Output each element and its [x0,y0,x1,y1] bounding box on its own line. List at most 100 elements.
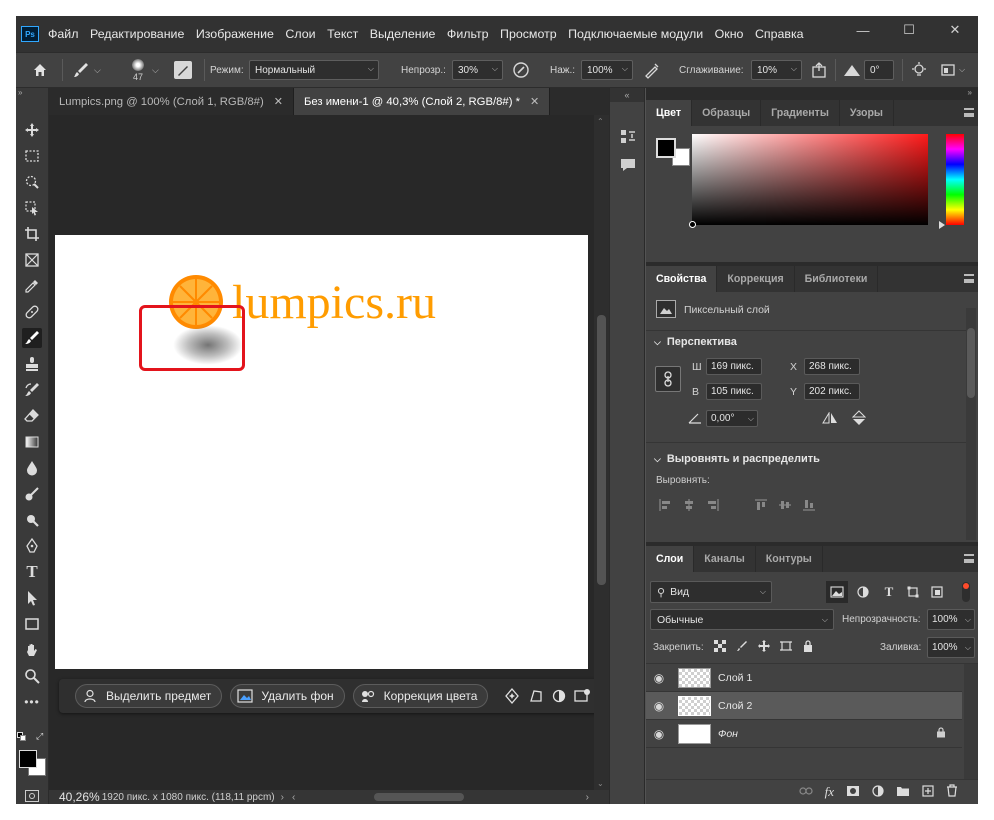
tab-color[interactable]: Цвет [646,100,693,126]
scroll-thumb[interactable] [967,328,975,398]
align-right-icon[interactable] [706,498,720,515]
history-brush-tool-icon[interactable] [22,380,42,400]
layer-style-fx-icon[interactable]: fx [825,784,834,800]
tab-layers[interactable]: Слои [646,546,695,572]
lock-artboard-icon[interactable] [780,640,792,655]
layers-scrollbar[interactable] [964,664,978,780]
scroll-thumb[interactable] [597,315,606,585]
blur-tool-icon[interactable] [22,458,42,478]
contrast-icon[interactable] [552,684,566,708]
layer-filter-select[interactable]: ⚲ Вид ⌵ [650,581,772,603]
height-field[interactable]: 105 пикс. [706,383,762,400]
airbrush-icon[interactable] [643,53,661,87]
mode-select[interactable]: Нормальный ⌵ [249,60,379,80]
brush-angle-icon[interactable] [842,53,862,87]
type-tool-icon[interactable]: T [22,562,42,582]
remove-background-button[interactable]: Удалить фон [230,684,345,708]
layer-fill-field[interactable]: 100% ⌵ [927,637,975,658]
width-field[interactable]: 169 пикс. [706,358,762,375]
visibility-eye-icon[interactable]: ◉ [646,699,672,713]
color-correction-button[interactable]: Коррекция цвета [352,684,489,708]
menu-help[interactable]: Справка [755,27,804,41]
zoom-tool-icon[interactable] [22,666,42,686]
document-canvas[interactable]: lumpics.ru [55,235,588,669]
tab-paths[interactable]: Контуры [756,546,823,572]
scroll-up-icon[interactable]: ⌃ [597,117,604,126]
flow-select[interactable]: 100% ⌵ [581,60,633,80]
maximize-button[interactable]: ☐ [886,16,932,44]
healing-brush-tool-icon[interactable] [22,302,42,322]
panel-menu-icon[interactable] [964,274,974,283]
comments-panel-icon[interactable] [619,156,637,177]
eraser-tool-icon[interactable] [22,406,42,426]
symmetry-icon[interactable] [910,53,928,87]
new-layer-icon[interactable] [922,784,934,800]
pressure-opacity-icon[interactable] [512,53,530,87]
clone-stamp-tool-icon[interactable] [22,354,42,374]
history-panel-icon[interactable] [619,128,637,149]
close-button[interactable]: ✕ [932,16,978,44]
tab-adjustments[interactable]: Коррекция [717,266,795,292]
menu-plugins[interactable]: Подключаемые модули [568,27,703,41]
more-tools-icon[interactable]: ••• [22,692,42,712]
quick-mask-icon[interactable] [25,790,39,802]
foreground-color-chip[interactable] [656,138,676,158]
menu-filter[interactable]: Фильтр [447,27,489,41]
panel-menu-icon[interactable] [964,108,974,117]
layer-row[interactable]: ◉ Слой 2 [646,692,962,720]
path-selection-tool-icon[interactable] [22,588,42,608]
tab-patterns[interactable]: Узоры [840,100,894,126]
opacity-select[interactable]: 30% ⌵ [452,60,503,80]
pen-tool-icon[interactable] [22,536,42,556]
tab-libraries[interactable]: Библиотеки [795,266,879,292]
lock-position-icon[interactable] [758,640,770,655]
collapse-arrows-icon[interactable]: » [16,49,28,61]
new-adjustment-layer-icon[interactable] [872,784,884,800]
eyedropper-tool-icon[interactable] [22,276,42,296]
filter-shape-icon[interactable] [902,581,924,603]
properties-scrollbar[interactable] [966,308,976,540]
image-settings-icon[interactable] [574,684,592,708]
collapse-arrows-icon[interactable]: » [16,88,49,100]
tab-gradients[interactable]: Градиенты [761,100,840,126]
layer-row[interactable]: ◉ Слой 1 [646,664,962,692]
filter-adjustment-icon[interactable] [852,581,874,603]
flip-vertical-icon[interactable] [851,410,867,429]
menu-image[interactable]: Изображение [196,27,274,41]
align-horizontal-center-icon[interactable] [682,498,696,515]
collapse-arrows-icon[interactable]: » [646,88,978,100]
perspective-section-title[interactable]: ⌵ Перспектива [654,336,737,348]
x-field[interactable]: 268 пикс. [804,358,860,375]
rectangle-tool-icon[interactable] [22,614,42,634]
tab-swatches[interactable]: Образцы [692,100,762,126]
new-group-icon[interactable] [896,785,910,800]
home-icon[interactable] [32,53,48,87]
object-selection-tool-icon[interactable] [22,198,42,218]
hand-tool-icon[interactable] [22,640,42,660]
lock-transparency-icon[interactable] [714,640,726,655]
close-icon[interactable]: ✕ [274,95,283,108]
hue-slider[interactable] [939,134,964,229]
align-left-icon[interactable] [658,498,672,515]
align-section-title[interactable]: ⌵ Выровнять и распределить [654,453,820,465]
filter-toggle[interactable] [962,582,970,602]
zoom-level[interactable]: 40,26% [49,790,100,804]
tab-untitled[interactable]: Без имени-1 @ 40,3% (Слой 2, RGB/8#) * ✕ [293,88,551,115]
tab-lumpics[interactable]: Lumpics.png @ 100% (Слой 1, RGB/8#) ✕ [49,88,294,115]
smoothing-select[interactable]: 10% ⌵ [751,60,802,80]
visibility-eye-icon[interactable]: ◉ [646,727,672,741]
angle-field[interactable]: 0° [864,60,894,80]
scroll-down-icon[interactable]: ⌄ [597,779,604,788]
filter-smart-object-icon[interactable] [926,581,948,603]
align-bottom-icon[interactable] [802,498,816,515]
dodge-tool-icon[interactable] [22,484,42,504]
color-picker-handle[interactable] [689,221,696,228]
select-subject-button[interactable]: Выделить предмет [75,684,223,708]
lock-all-icon[interactable] [802,640,814,655]
filter-pixel-icon[interactable] [826,581,848,603]
generative-fill-icon[interactable] [504,684,520,708]
align-top-icon[interactable] [754,498,768,515]
link-layers-icon[interactable] [799,786,813,799]
layer-opacity-field[interactable]: 100% ⌵ [927,609,975,630]
lock-pixels-icon[interactable] [736,640,748,655]
